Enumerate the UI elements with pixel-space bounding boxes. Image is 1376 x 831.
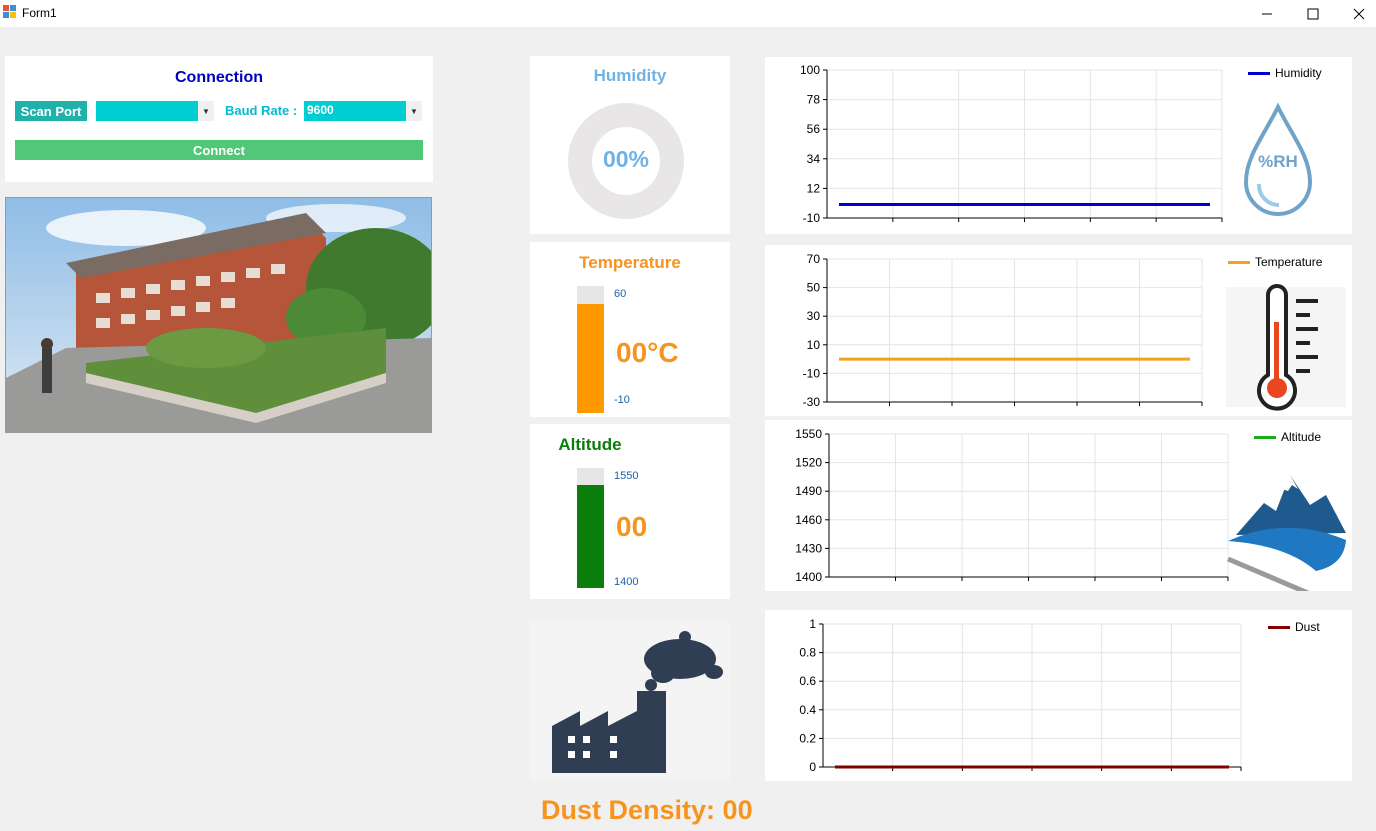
humidity-drop-icon: %RH <box>1243 102 1313 216</box>
temperature-title: Temperature <box>579 253 681 272</box>
port-select[interactable]: ▼ <box>96 101 214 121</box>
y-tick-label: 1460 <box>795 513 822 527</box>
close-icon <box>1353 8 1365 19</box>
temperature-chart: 70 50 30 10 -10 -30 Temperature <box>765 245 1352 416</box>
altitude-value: 00 <box>616 511 648 542</box>
y-tick-label: 1490 <box>795 484 822 498</box>
baud-rate-select[interactable]: 9600 ▼ <box>304 101 422 121</box>
y-tick-label: 30 <box>807 309 821 323</box>
altitude-chart-svg: 1550 1520 1490 1460 1430 1400 <box>795 427 1346 591</box>
altitude-title: Altitude <box>558 435 622 454</box>
altitude-max-label: 1550 <box>614 470 639 482</box>
baud-rate-label: Baud Rate : <box>225 103 298 118</box>
thermometer-icon <box>1226 284 1346 411</box>
dust-chart: 1 0.8 0.6 0.4 0.2 0 Dust <box>765 610 1352 781</box>
altitude-bar-fill <box>577 484 604 588</box>
dust-density-label: Dust Density: <box>541 795 716 825</box>
y-tick-label: 10 <box>807 338 821 352</box>
y-tick-label: 0.2 <box>799 731 816 745</box>
y-tick-label: 70 <box>807 252 821 266</box>
y-tick-label: -10 <box>803 211 821 225</box>
legend: Temperature <box>1228 255 1322 269</box>
y-tick-label: 1430 <box>795 541 822 555</box>
campus-photo <box>5 197 432 433</box>
temperature-bar-fill <box>577 303 604 413</box>
close-button[interactable] <box>1336 0 1376 27</box>
y-tick-label: 1550 <box>795 427 822 441</box>
y-tick-label: 0.8 <box>799 646 816 660</box>
app-icon <box>3 5 16 18</box>
connect-button[interactable]: Connect <box>15 140 423 160</box>
humidity-chart-svg: 100 78 56 34 12 -10 %RH <box>800 63 1313 225</box>
y-tick-label: 1520 <box>795 456 822 470</box>
factory-pollution-icon <box>530 621 730 780</box>
y-tick-label: 50 <box>807 281 821 295</box>
minimize-button[interactable] <box>1244 0 1290 27</box>
y-tick-label: 0 <box>809 760 816 774</box>
humidity-gauge-panel: Humidity 00% <box>530 56 730 234</box>
y-tick-label: -10 <box>803 366 821 380</box>
baud-rate-value: 9600 <box>307 103 334 117</box>
dust-density-value: 00 <box>722 795 753 825</box>
temperature-gauge-panel: Temperature 60 -10 00°C <box>530 242 730 417</box>
humidity-chart: 100 78 56 34 12 -10 %RH Humidity <box>765 57 1352 234</box>
minimize-icon <box>1262 13 1272 14</box>
temperature-min-label: -10 <box>614 394 630 406</box>
y-tick-label: 12 <box>807 181 821 195</box>
dust-density-readout: Dust Density: 00 <box>541 795 753 826</box>
legend: Humidity <box>1248 66 1322 80</box>
legend-swatch <box>1268 625 1290 629</box>
temperature-value: 00°C <box>616 337 679 368</box>
legend-label: Temperature <box>1255 255 1323 269</box>
connection-title: Connection <box>175 69 263 86</box>
y-tick-label: -30 <box>803 395 821 409</box>
temperature-chart-svg: 70 50 30 10 -10 -30 <box>803 252 1346 411</box>
mountain-icon <box>1227 475 1346 591</box>
temperature-max-label: 60 <box>614 288 627 300</box>
y-tick-label: 1 <box>809 617 816 631</box>
title-bar: Form1 <box>0 0 1376 27</box>
legend-swatch <box>1254 435 1276 439</box>
y-tick-label: 34 <box>807 152 821 166</box>
legend-label: Altitude <box>1281 430 1322 444</box>
window-title: Form1 <box>22 6 57 20</box>
dust-chart-svg: 1 0.8 0.6 0.4 0.2 0 <box>799 617 1242 774</box>
connection-panel: Connection Scan Port ▼ Baud Rate : 9600 … <box>5 56 433 182</box>
y-tick-label: 100 <box>800 63 820 77</box>
y-tick-label: 0.4 <box>799 703 816 717</box>
legend-label: Humidity <box>1275 66 1322 80</box>
legend-label: Dust <box>1295 620 1320 634</box>
y-tick-label: 1400 <box>795 570 822 584</box>
temperature-bar <box>577 286 604 413</box>
legend-swatch <box>1228 260 1250 264</box>
maximize-button[interactable] <box>1290 0 1336 27</box>
legend: Dust <box>1268 620 1320 634</box>
legend: Altitude <box>1254 430 1321 444</box>
svg-text:%RH: %RH <box>1258 152 1298 171</box>
y-tick-label: 78 <box>807 93 821 107</box>
scan-port-button[interactable]: Scan Port <box>15 101 87 121</box>
maximize-icon <box>1307 8 1319 19</box>
chevron-down-icon: ▼ <box>406 101 422 121</box>
altitude-min-label: 1400 <box>614 576 639 588</box>
humidity-value: 00% <box>602 146 650 172</box>
y-tick-label: 0.6 <box>799 674 816 688</box>
legend-swatch <box>1248 71 1270 75</box>
altitude-gauge-panel: Altitude 1550 1400 00 <box>530 424 730 599</box>
humidity-title: Humidity <box>593 66 667 85</box>
y-tick-label: 56 <box>807 122 821 136</box>
altitude-bar <box>577 468 604 588</box>
chevron-down-icon: ▼ <box>198 101 214 121</box>
altitude-chart: 1550 1520 1490 1460 1430 1400 Altitude <box>765 420 1352 591</box>
